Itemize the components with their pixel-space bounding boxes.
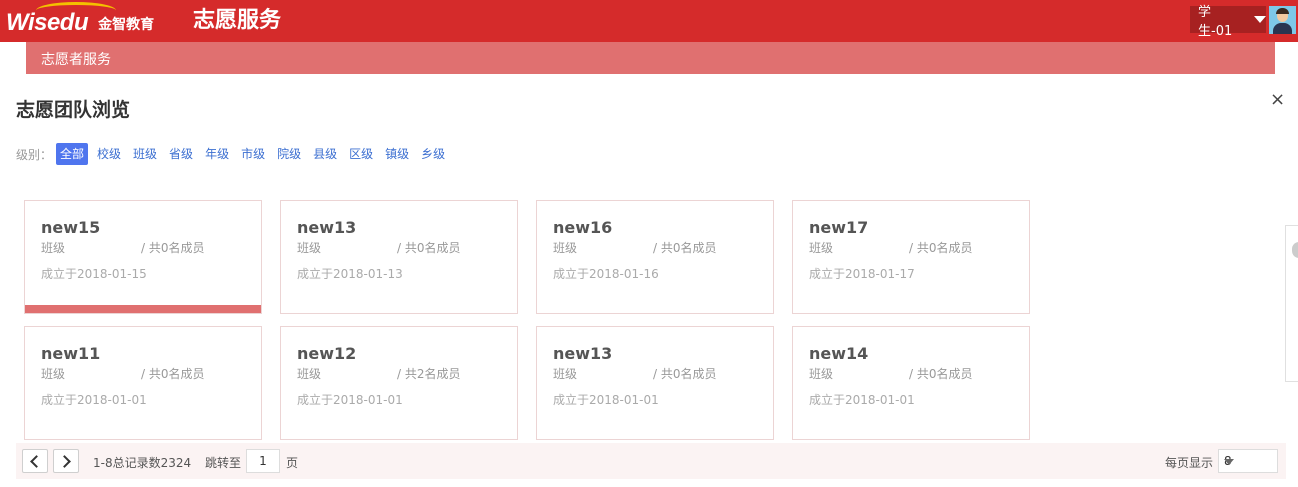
level-filter-item[interactable]: 班级 bbox=[130, 143, 160, 165]
subnav-bar: 志愿者服务 bbox=[26, 42, 1275, 74]
team-name: new12 bbox=[297, 344, 357, 363]
team-founded-date: 成立于2018-01-16 bbox=[553, 267, 659, 281]
level-filter-item[interactable]: 县级 bbox=[310, 143, 340, 165]
app-title: 志愿服务 bbox=[193, 8, 282, 33]
team-member-count: / 共0名成员 bbox=[653, 241, 717, 255]
team-member-count: / 共0名成员 bbox=[141, 241, 205, 255]
side-tab-handle-icon bbox=[1292, 242, 1298, 258]
avatar-body-shape bbox=[1273, 23, 1292, 34]
team-member-count: / 共2名成员 bbox=[397, 367, 461, 381]
team-founded-date: 成立于2018-01-15 bbox=[41, 267, 147, 281]
team-name: new13 bbox=[297, 218, 357, 237]
page-unit-label: 页 bbox=[286, 456, 299, 470]
card-hover-bar bbox=[25, 305, 261, 313]
avatar[interactable] bbox=[1269, 6, 1296, 34]
prev-page-button[interactable] bbox=[22, 449, 48, 473]
pagination-bar: 1-8总记录数2324 跳转至 页 每页显示 8 bbox=[16, 443, 1286, 479]
team-name: new17 bbox=[809, 218, 869, 237]
wisedu-logo: Wisedu 金智教育 bbox=[6, 2, 154, 38]
jump-page-input[interactable] bbox=[246, 449, 280, 473]
team-card[interactable]: new14 班级 / 共0名成员成立于2018-01-01 bbox=[792, 326, 1030, 440]
team-founded-date: 成立于2018-01-01 bbox=[809, 393, 915, 407]
level-filter-item[interactable]: 区级 bbox=[346, 143, 376, 165]
user-name: 学生-01 bbox=[1198, 4, 1233, 39]
team-card[interactable]: new13 班级 / 共0名成员成立于2018-01-13 bbox=[280, 200, 518, 314]
page-title: 志愿团队浏览 bbox=[16, 99, 131, 121]
level-filter-item[interactable]: 全部 bbox=[56, 143, 89, 165]
jump-label: 跳转至 bbox=[205, 456, 242, 470]
team-member-count: / 共0名成员 bbox=[141, 367, 205, 381]
team-member-count: / 共0名成员 bbox=[909, 367, 973, 381]
team-founded-date: 成立于2018-01-13 bbox=[297, 267, 403, 281]
team-card[interactable]: new17 班级 / 共0名成员成立于2018-01-17 bbox=[792, 200, 1030, 314]
team-founded-date: 成立于2018-01-01 bbox=[41, 393, 147, 407]
team-card[interactable]: new11 班级 / 共0名成员成立于2018-01-01 bbox=[24, 326, 262, 440]
team-founded-date: 成立于2018-01-01 bbox=[553, 393, 659, 407]
user-menu-button[interactable]: 学生-01 bbox=[1190, 5, 1266, 39]
team-type: 班级 bbox=[297, 367, 322, 381]
team-card[interactable]: new12 班级 / 共2名成员成立于2018-01-01 bbox=[280, 326, 518, 440]
team-member-count: / 共0名成员 bbox=[397, 241, 461, 255]
team-type: 班级 bbox=[297, 241, 322, 255]
team-name: new16 bbox=[553, 218, 613, 237]
dropdown-arrow-icon bbox=[1224, 459, 1234, 465]
team-card[interactable]: new16 班级 / 共0名成员成立于2018-01-16 bbox=[536, 200, 774, 314]
level-filter-item[interactable]: 镇级 bbox=[382, 143, 412, 165]
level-filter-label: 级别： bbox=[16, 148, 53, 162]
team-type: 班级 bbox=[553, 367, 578, 381]
team-founded-date: 成立于2018-01-17 bbox=[809, 267, 915, 281]
team-type: 班级 bbox=[41, 241, 66, 255]
level-filter-item[interactable]: 院级 bbox=[274, 143, 304, 165]
level-filter-item[interactable]: 校级 bbox=[94, 143, 124, 165]
level-filter-item[interactable]: 乡级 bbox=[418, 143, 448, 165]
team-name: new14 bbox=[809, 344, 869, 363]
team-name: new13 bbox=[553, 344, 613, 363]
team-type: 班级 bbox=[553, 241, 578, 255]
top-header-bar: Wisedu 金智教育 志愿服务 学生-01 bbox=[0, 0, 1298, 42]
caret-down-icon bbox=[1254, 16, 1266, 23]
team-name: new15 bbox=[41, 218, 101, 237]
per-page-select[interactable]: 8 bbox=[1218, 449, 1278, 473]
next-page-button[interactable] bbox=[53, 449, 79, 473]
logo-swoosh-icon bbox=[36, 2, 116, 19]
team-card[interactable]: new15 班级 / 共0名成员成立于2018-01-15 bbox=[24, 200, 262, 314]
chevron-left-icon bbox=[30, 454, 43, 468]
team-type: 班级 bbox=[809, 241, 834, 255]
team-type: 班级 bbox=[41, 367, 66, 381]
team-type: 班级 bbox=[809, 367, 834, 381]
level-filter-item[interactable]: 市级 bbox=[238, 143, 268, 165]
team-member-count: / 共0名成员 bbox=[653, 367, 717, 381]
team-founded-date: 成立于2018-01-01 bbox=[297, 393, 403, 407]
team-member-count: / 共0名成员 bbox=[909, 241, 973, 255]
avatar-hair-shape bbox=[1276, 8, 1289, 14]
level-filter-item[interactable]: 年级 bbox=[202, 143, 232, 165]
subnav-volunteer-service[interactable]: 志愿者服务 bbox=[41, 49, 111, 69]
chevron-right-icon bbox=[58, 454, 71, 468]
level-filter-list: 全部 校级 班级 省级 年级 市级 院级 县级 区级 镇级 乡级 bbox=[56, 143, 454, 165]
record-range-text: 1-8总记录数2324 bbox=[93, 456, 192, 470]
team-card[interactable]: new13 班级 / 共0名成员成立于2018-01-01 bbox=[536, 326, 774, 440]
side-panel-tab[interactable] bbox=[1285, 225, 1298, 382]
level-filter-item[interactable]: 省级 bbox=[166, 143, 196, 165]
per-page-label: 每页显示 bbox=[1165, 456, 1214, 470]
team-name: new11 bbox=[41, 344, 101, 363]
close-icon[interactable]: × bbox=[1270, 89, 1285, 110]
